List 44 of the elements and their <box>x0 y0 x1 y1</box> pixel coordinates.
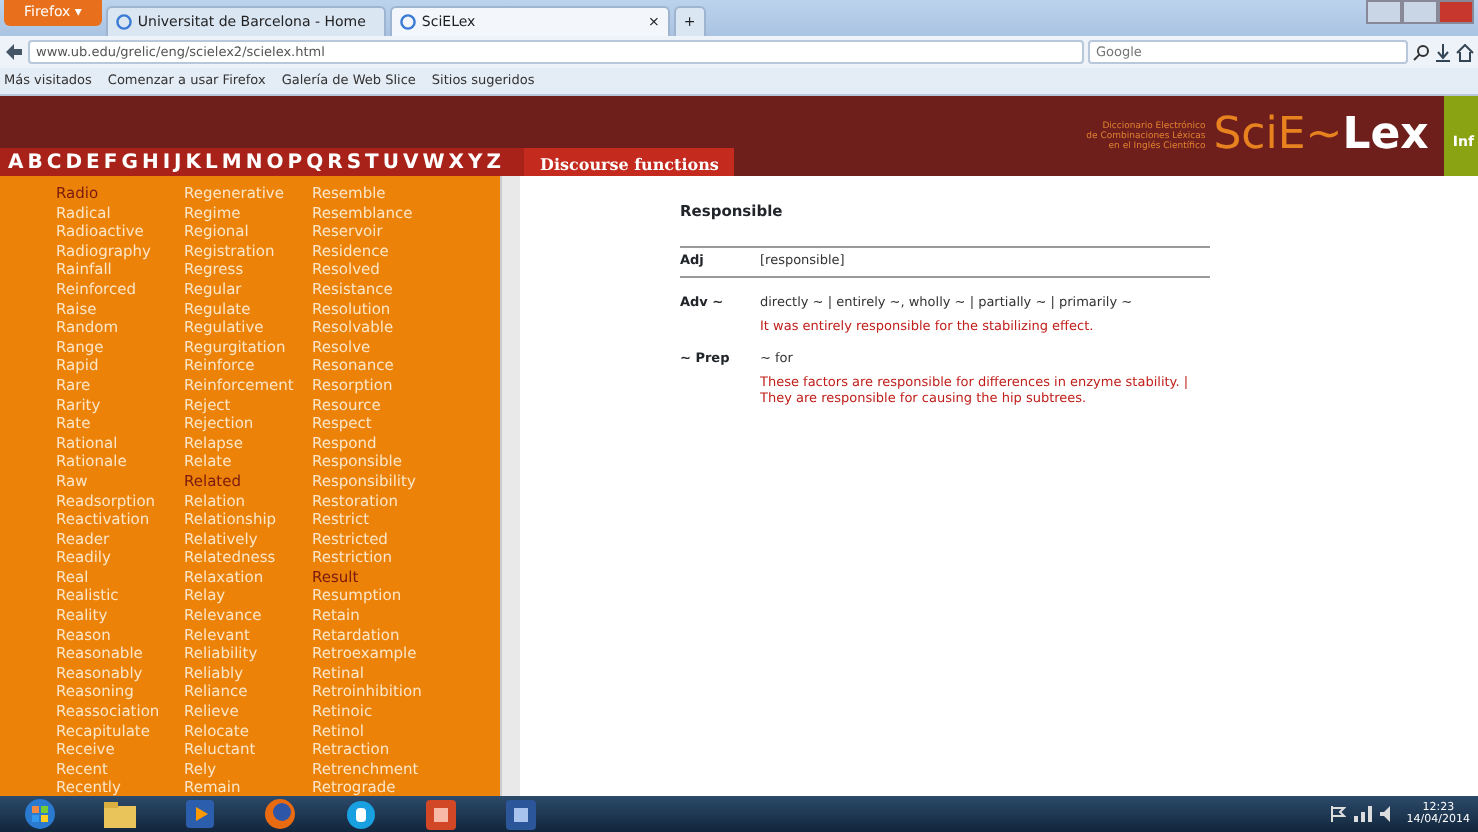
letter-link[interactable]: D <box>65 147 83 177</box>
letter-link[interactable]: V <box>402 147 419 177</box>
flag-icon[interactable] <box>1330 806 1347 822</box>
letter-link[interactable]: J <box>174 147 182 177</box>
slides-icon[interactable] <box>425 799 455 829</box>
letter-link[interactable]: C <box>46 147 62 177</box>
chat-icon[interactable] <box>345 799 375 829</box>
globe-icon <box>115 14 132 30</box>
letter-link[interactable]: W <box>422 147 445 177</box>
letter-link[interactable]: H <box>141 147 159 177</box>
folder-icon[interactable] <box>104 801 136 827</box>
letter-link[interactable]: R <box>327 147 343 177</box>
globe-icon <box>399 14 416 30</box>
letter-link[interactable]: G <box>121 147 138 177</box>
search-icon[interactable] <box>1412 43 1430 61</box>
letter-link[interactable]: A <box>8 147 24 177</box>
network-icon[interactable] <box>1354 806 1373 822</box>
logo: SciE~Lex <box>1213 112 1429 160</box>
letter-link[interactable]: P <box>287 147 303 177</box>
letter-link[interactable]: L <box>205 147 218 177</box>
letter-link[interactable]: E <box>86 147 100 177</box>
scrollbar[interactable] <box>500 176 520 796</box>
letter-link[interactable]: I <box>162 147 171 177</box>
back-icon[interactable] <box>4 42 24 62</box>
letter-link[interactable]: Z <box>486 147 501 177</box>
letter-link[interactable]: O <box>266 147 284 177</box>
letter-link[interactable]: B <box>27 147 43 177</box>
letter-link[interactable]: U <box>382 147 399 177</box>
download-icon[interactable] <box>1434 43 1452 61</box>
letter-link[interactable]: M <box>221 147 242 177</box>
letter-link[interactable]: T <box>365 147 379 177</box>
letter-link[interactable]: Q <box>306 147 324 177</box>
letter-link[interactable]: N <box>245 147 263 177</box>
letter-link[interactable]: F <box>103 147 118 177</box>
play-icon[interactable] <box>186 800 214 828</box>
start-button[interactable] <box>24 798 56 830</box>
globe-icon[interactable] <box>264 798 296 830</box>
letter-link[interactable]: S <box>346 147 362 177</box>
section-tab[interactable]: Discourse functions <box>524 148 735 176</box>
home-icon[interactable] <box>1456 43 1474 61</box>
letter-link[interactable]: Y <box>467 147 483 177</box>
letter-link[interactable]: K <box>185 147 202 177</box>
document-icon[interactable] <box>505 799 535 829</box>
letter-link[interactable]: X <box>448 147 464 177</box>
